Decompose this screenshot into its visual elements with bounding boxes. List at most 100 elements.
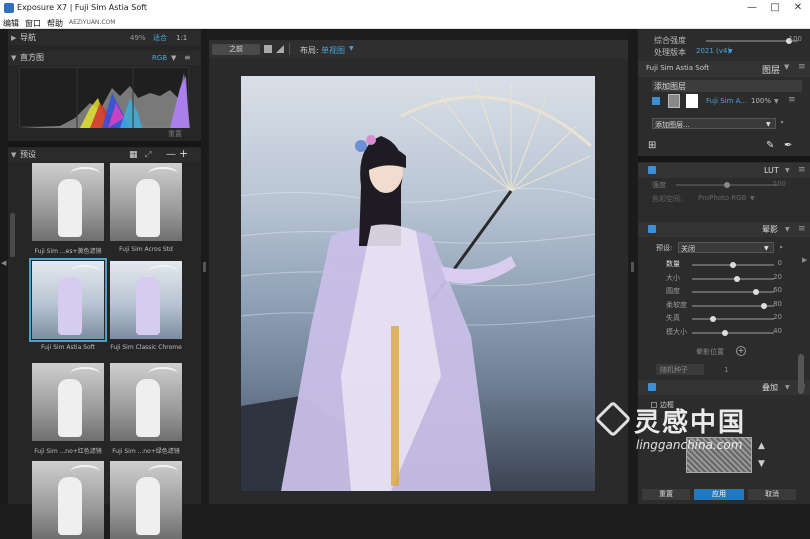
process-version-select[interactable]: 2021 (v4) xyxy=(696,47,730,55)
thumbnail-figure xyxy=(136,477,160,535)
layers-dropdown-icon[interactable]: ▼ xyxy=(784,63,789,71)
viewer-toolbar: 之前 布局: 单视图 ▼ xyxy=(209,40,628,58)
grid-view-icon[interactable]: ▦ xyxy=(129,148,138,162)
menu-help[interactable]: 帮助 xyxy=(47,18,63,29)
navigator-header[interactable]: ▶ 导航 49% 适合 1:1 xyxy=(8,31,201,45)
preset-thumbnail[interactable] xyxy=(110,163,182,241)
panel-menu-icon[interactable]: ≡ xyxy=(798,224,806,234)
histogram-reset-button[interactable]: 重置 xyxy=(168,129,182,139)
border-next-icon[interactable]: ▼ xyxy=(758,459,765,469)
slider-knob[interactable] xyxy=(730,262,736,268)
layer-opacity[interactable]: 100% xyxy=(751,97,771,105)
expand-view-icon[interactable]: ⤢ xyxy=(145,148,151,162)
panel-menu-icon[interactable]: ≡ xyxy=(798,165,806,175)
pen-icon[interactable]: ✎ xyxy=(766,140,774,151)
preset-thumbnail[interactable] xyxy=(32,163,104,241)
right-scrollbar[interactable] xyxy=(798,354,804,394)
opacity-dropdown-icon[interactable]: ▼ xyxy=(774,98,779,105)
vignette-collapse-icon[interactable]: ▼ xyxy=(785,226,790,233)
cancel-button[interactable]: 取消 xyxy=(748,489,796,500)
panel-splitter[interactable] xyxy=(8,141,201,147)
process-version-dropdown-icon[interactable]: ▼ xyxy=(728,48,733,55)
presets-header[interactable]: ▼ 预设 ▦ ⤢ — + xyxy=(8,147,201,162)
dropdown-icon[interactable]: ▼ xyxy=(764,245,769,252)
border-prev-icon[interactable]: ▲ xyxy=(758,441,765,451)
slider-knob[interactable] xyxy=(724,182,730,188)
add-position-icon[interactable]: + xyxy=(736,346,746,356)
border-checkbox[interactable] xyxy=(651,402,657,408)
preset-thumbnail[interactable] xyxy=(32,461,104,539)
apply-button[interactable]: 应用 xyxy=(694,489,744,500)
layout-select[interactable]: 单视图 xyxy=(321,45,345,56)
overlay-collapse-icon[interactable]: ▼ xyxy=(785,384,790,391)
border-texture-preview[interactable] xyxy=(686,437,752,473)
menu-window[interactable]: 窗口 xyxy=(25,18,41,29)
photo-canvas[interactable] xyxy=(241,76,595,491)
lut-header[interactable]: LUT ▼ ≡ xyxy=(638,163,810,178)
preset-thumbnail[interactable] xyxy=(110,461,182,539)
resize-handle[interactable] xyxy=(203,262,206,272)
random-seed-button[interactable]: 随机种子 xyxy=(656,364,704,375)
histogram-header[interactable]: ▼ 直方图 RGB ▼ ≡ xyxy=(8,51,201,65)
presets-scrollbar[interactable] xyxy=(10,213,15,257)
add-layer-top-button[interactable]: 添加图层 xyxy=(652,80,802,92)
remove-preset-icon[interactable]: — xyxy=(166,148,176,162)
histogram-mode[interactable]: RGB xyxy=(152,51,167,65)
split-view-icon[interactable] xyxy=(264,45,272,53)
layer-menu-icon[interactable]: ≡ xyxy=(788,95,796,105)
thumbnail-figure xyxy=(136,179,160,237)
slider-knob[interactable] xyxy=(721,329,728,336)
preset-thumbnail[interactable] xyxy=(29,258,107,342)
vignette-toggle[interactable] xyxy=(648,225,656,233)
slider-knob[interactable] xyxy=(752,289,759,295)
overlay-header[interactable]: 叠加 ▼ ≡ xyxy=(638,380,810,395)
maximize-icon[interactable]: □ xyxy=(765,1,785,15)
layout-dropdown-icon[interactable]: ▼ xyxy=(349,45,354,52)
histogram-mode-dropdown-icon[interactable]: ▼ xyxy=(171,51,176,65)
reset-button[interactable]: 重置 xyxy=(642,489,690,500)
dropdown-icon[interactable]: ▼ xyxy=(766,121,771,128)
lut-toggle[interactable] xyxy=(648,166,656,174)
crop-icon[interactable]: ⊞ xyxy=(648,140,656,151)
brush-icon[interactable]: ✒ xyxy=(784,140,792,151)
navigator-label: 导航 xyxy=(20,33,36,42)
expand-icon: ▶ xyxy=(11,34,17,42)
panel-menu-icon[interactable]: ≡ xyxy=(184,51,191,65)
collapse-left-icon[interactable]: ◀ xyxy=(1,259,6,267)
collapse-right-icon[interactable]: ▶ xyxy=(802,256,807,264)
vignette-slider-value: 20 xyxy=(773,272,782,281)
lut-collapse-icon[interactable]: ▼ xyxy=(785,167,790,174)
minimize-icon[interactable]: — xyxy=(742,1,762,15)
overlay-toggle[interactable] xyxy=(648,383,656,391)
preset-thumbnail[interactable] xyxy=(110,261,182,339)
colorspace-dropdown-icon[interactable]: ▼ xyxy=(750,195,755,202)
left-collapse-strip[interactable]: ◀ xyxy=(0,29,8,504)
menu-edit[interactable]: 编辑 xyxy=(3,18,19,29)
vignette-preset-select[interactable]: 关闭 ▼ xyxy=(678,242,774,253)
layer-visibility-icon[interactable] xyxy=(652,97,660,105)
resize-handle[interactable] xyxy=(631,262,634,272)
preset-thumbnail[interactable] xyxy=(110,363,182,441)
zoom-1to1-button[interactable]: 1:1 xyxy=(176,31,187,45)
close-icon[interactable]: ✕ xyxy=(788,1,808,15)
panel-menu-icon[interactable]: ≡ xyxy=(798,62,806,72)
slider-knob[interactable] xyxy=(709,316,716,322)
before-button[interactable]: 之前 xyxy=(212,44,260,55)
right-panel: 综合强度 100 处理版本 2021 (v4) ▼ Fuji Sim Astia… xyxy=(638,29,810,504)
add-layer-options-icon[interactable]: ‣ xyxy=(780,118,785,127)
compare-icon[interactable] xyxy=(276,45,284,53)
panel-splitter[interactable] xyxy=(638,156,810,162)
preset-thumbnail[interactable] xyxy=(32,363,104,441)
preset-options-icon[interactable]: ‣ xyxy=(779,243,784,252)
layer-row[interactable]: Fuji Sim A... 100% ▼ ≡ xyxy=(648,93,802,109)
layers-header[interactable]: Fuji Sim Astia Soft 图层 ▼ ≡ xyxy=(638,61,810,77)
vignette-header[interactable]: 晕影 ▼ ≡ xyxy=(638,222,810,237)
overall-strength-value: 100 xyxy=(788,35,802,43)
add-preset-icon[interactable]: + xyxy=(179,147,188,161)
lut-strength-slider[interactable] xyxy=(676,182,778,188)
colorspace-select[interactable]: ProPhoto RGB xyxy=(698,194,746,202)
slider-knob[interactable] xyxy=(734,275,741,282)
image-viewer: 之前 布局: 单视图 ▼ xyxy=(209,40,628,504)
add-layer-select[interactable]: 添加图层... ▼ xyxy=(652,118,776,129)
zoom-fit-button[interactable]: 适合 xyxy=(153,31,167,45)
